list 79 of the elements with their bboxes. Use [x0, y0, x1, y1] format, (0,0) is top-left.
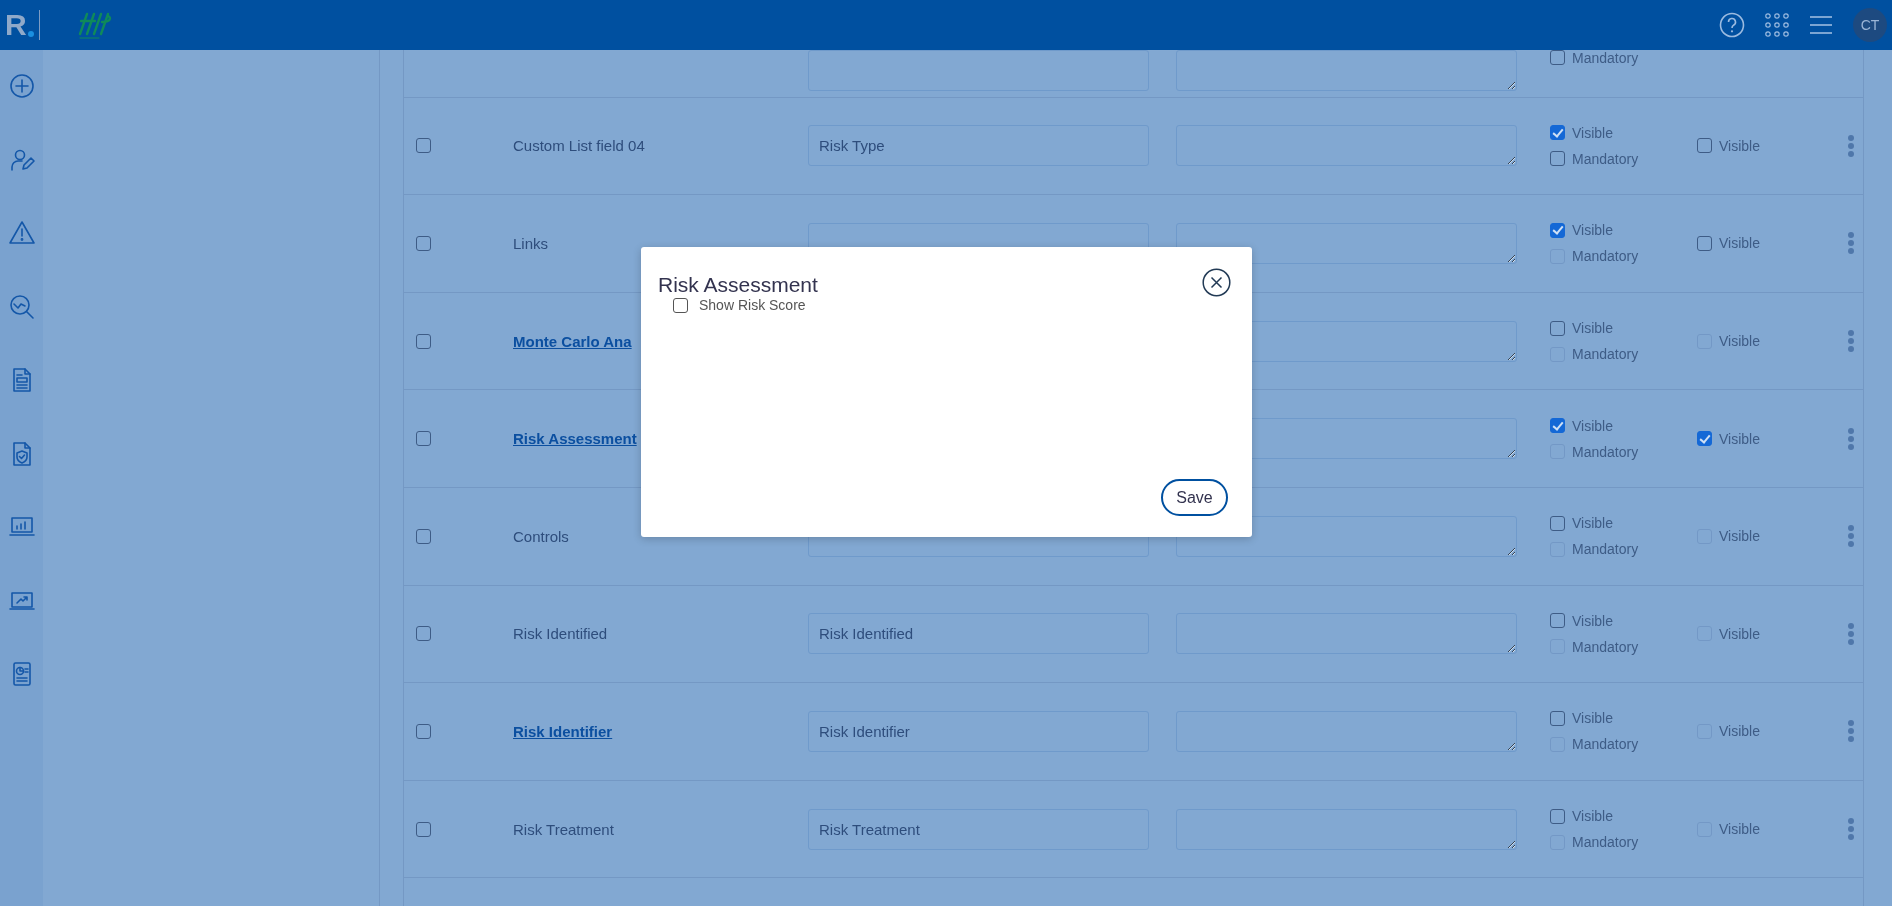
checkbox[interactable] — [1550, 613, 1565, 629]
more-options-icon[interactable] — [1847, 231, 1855, 256]
checkbox-label: Mandatory — [1572, 346, 1639, 363]
row-checkbox[interactable] — [416, 333, 431, 349]
checkbox-label: Visible — [1719, 235, 1760, 252]
row-checkbox[interactable] — [416, 723, 431, 739]
field-name: Links — [513, 235, 550, 252]
row-checkbox[interactable] — [416, 431, 431, 447]
checkbox[interactable] — [1697, 138, 1712, 154]
checkbox-label: Mandatory — [1572, 49, 1639, 66]
field-name: Risk Treatment — [513, 820, 615, 838]
checkbox-label: Visible — [1719, 723, 1760, 740]
more-options-icon[interactable] — [1847, 133, 1855, 158]
label-field[interactable]: Risk Type — [808, 125, 1149, 167]
checkbox[interactable] — [1697, 236, 1712, 251]
dialog-title: Risk Assessment — [658, 273, 818, 297]
checkbox-label: Visible — [1572, 320, 1613, 337]
label-field[interactable]: Risk Identifier — [808, 710, 1149, 752]
user-avatar[interactable]: CT — [1853, 8, 1887, 42]
checkbox-label: Mandatory — [1572, 443, 1639, 460]
checkbox-label: Show Risk Score — [699, 297, 806, 313]
checkbox-label: Visible — [1572, 710, 1613, 727]
field-name: Custom List field 04 — [513, 137, 646, 155]
checkbox-label: Mandatory — [1572, 638, 1639, 655]
checkbox-label: Visible — [1719, 430, 1760, 447]
row-checkbox[interactable] — [416, 138, 431, 154]
checkbox-label: Visible — [1719, 528, 1760, 545]
more-options-icon[interactable] — [1847, 719, 1855, 744]
more-options-icon[interactable] — [1847, 524, 1855, 549]
field-name: Risk Identified — [513, 625, 609, 643]
field-name-link[interactable]: Risk Identifier — [513, 722, 808, 740]
row-checkbox[interactable] — [416, 626, 431, 642]
logo-dot-icon — [27, 31, 34, 37]
checkbox-label: Visible — [1719, 821, 1760, 838]
checkbox[interactable] — [1550, 151, 1565, 167]
checkbox-label: Visible — [1719, 137, 1760, 154]
checkbox[interactable] — [1550, 320, 1565, 336]
checkbox[interactable] — [1550, 710, 1565, 726]
checkbox-label: Mandatory — [1572, 541, 1639, 558]
checkbox-label: Mandatory — [1572, 834, 1639, 851]
brand-logo[interactable]: R — [5, 10, 27, 40]
checkbox-label: Visible — [1572, 515, 1613, 532]
checkbox[interactable] — [1550, 418, 1565, 434]
more-options-icon[interactable] — [1847, 426, 1855, 451]
more-options-icon[interactable] — [1847, 817, 1855, 842]
close-icon[interactable] — [1202, 267, 1231, 297]
checkbox-label: Mandatory — [1572, 736, 1639, 753]
checkbox[interactable] — [1697, 431, 1712, 447]
add-icon[interactable] — [8, 73, 35, 99]
more-options-icon[interactable] — [1847, 621, 1855, 646]
checkbox[interactable] — [1550, 125, 1565, 141]
checkbox[interactable] — [1550, 808, 1565, 824]
label-field[interactable] — [808, 50, 1149, 91]
checkbox[interactable] — [1550, 515, 1565, 531]
checkbox-label: Visible — [1572, 808, 1613, 825]
label-field[interactable]: Risk Identified — [808, 613, 1149, 655]
checkbox-label: Visible — [1572, 124, 1613, 141]
more-options-icon[interactable] — [1847, 329, 1855, 354]
checkbox-label: Visible — [1572, 612, 1613, 629]
warning-icon[interactable] — [8, 220, 35, 246]
apps-icon[interactable] — [1765, 13, 1789, 37]
menu-icon[interactable] — [1809, 15, 1833, 35]
label-field[interactable]: Risk Treatment — [808, 808, 1149, 850]
row-checkbox[interactable] — [416, 236, 431, 251]
checkbox[interactable] — [1550, 223, 1565, 238]
checkbox[interactable] — [673, 297, 688, 313]
checkbox-label: Mandatory — [1572, 248, 1639, 265]
checkbox-label: Visible — [1572, 222, 1613, 239]
checkbox-label: Mandatory — [1572, 150, 1639, 167]
checkbox[interactable] — [1550, 50, 1565, 65]
row-checkbox[interactable] — [416, 528, 431, 544]
field-name: Controls — [513, 527, 570, 545]
row-checkbox[interactable] — [416, 821, 431, 837]
help-icon[interactable] — [1719, 12, 1745, 38]
save-button[interactable]: Save — [1161, 479, 1228, 516]
chart-search-icon[interactable] — [8, 293, 35, 320]
checkbox-label: Visible — [1719, 333, 1760, 350]
checkbox-label: Visible — [1719, 625, 1760, 642]
checkbox-label: Visible — [1572, 417, 1613, 434]
